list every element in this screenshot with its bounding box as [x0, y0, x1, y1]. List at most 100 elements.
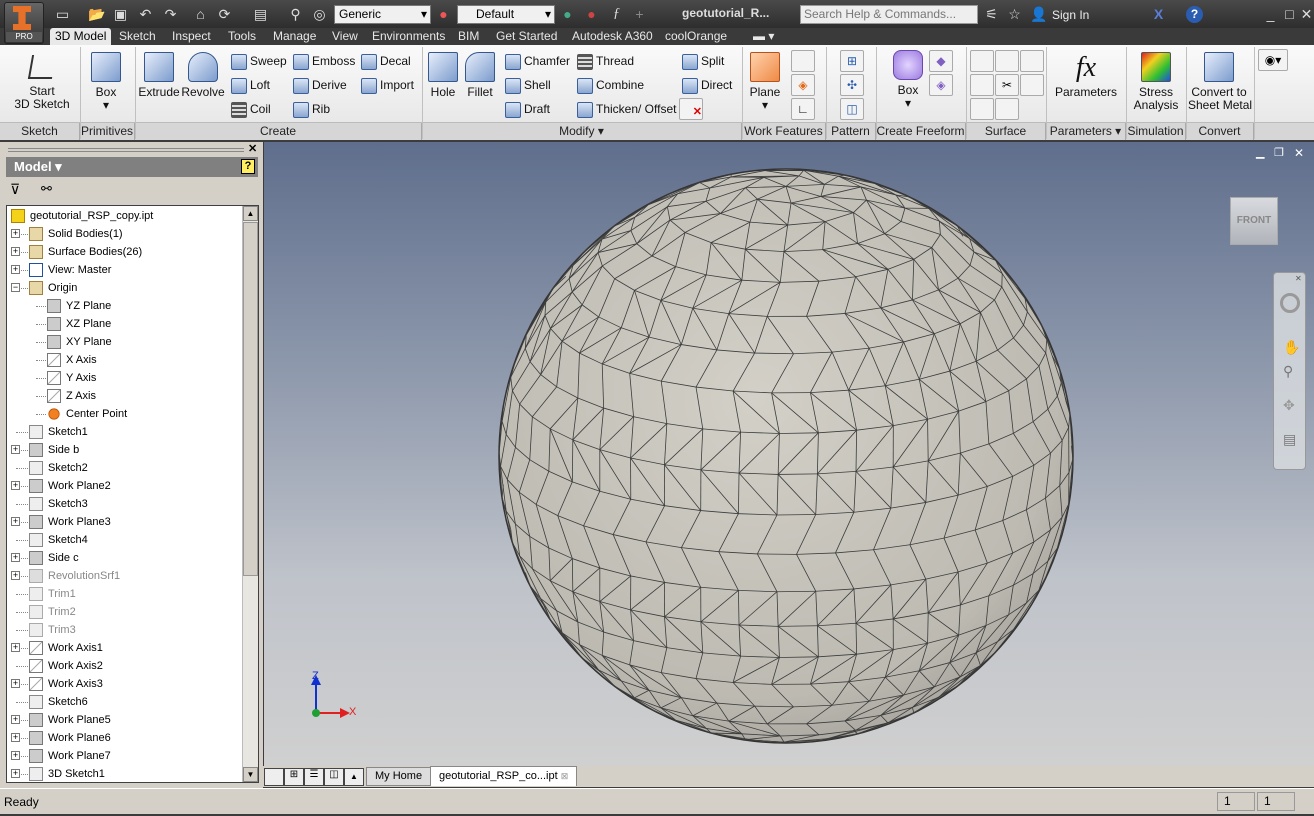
help-icon[interactable]: ?	[241, 159, 255, 174]
freeform-convert-button[interactable]: ◈	[929, 74, 953, 96]
tab-view[interactable]: View	[327, 28, 363, 45]
panel-grip[interactable]	[8, 148, 244, 152]
search-help-input[interactable]: Search Help & Commands...	[800, 5, 978, 24]
appearance-icon[interactable]: ◎	[311, 6, 328, 22]
select-icon[interactable]: ▤	[252, 6, 269, 22]
cascade-windows-icon[interactable]	[264, 768, 284, 786]
freeform-edit-button[interactable]: ◆	[929, 50, 953, 72]
help-button[interactable]: ?	[1186, 6, 1203, 23]
collapse-icon[interactable]: −	[11, 283, 20, 292]
expand-icon[interactable]: +	[11, 571, 20, 580]
rib-button[interactable]: Rib	[293, 102, 330, 118]
work-axis-button[interactable]	[791, 50, 815, 72]
open-icon[interactable]: 📂	[88, 6, 105, 22]
chamfer-button[interactable]: Chamfer	[505, 54, 570, 70]
tab-sketch[interactable]: Sketch	[114, 28, 161, 45]
expand-icon[interactable]: +	[11, 517, 20, 526]
decal-button[interactable]: Decal	[361, 54, 411, 70]
appearance-select[interactable]: Default ▾	[457, 5, 555, 24]
convert-sheet-metal-button[interactable]: Convert to Sheet Metal	[1188, 52, 1252, 112]
app-menu-button[interactable]: PRO	[4, 2, 44, 44]
expand-icon[interactable]: +	[11, 553, 20, 562]
pan-icon[interactable]: ✋	[1283, 339, 1300, 356]
navbar-close-icon[interactable]: ✕	[1295, 274, 1302, 283]
surface-patch-button[interactable]	[995, 50, 1019, 72]
import-button[interactable]: Import	[361, 78, 414, 94]
surface-stitch-button[interactable]	[1020, 50, 1044, 72]
emboss-button[interactable]: Emboss	[293, 54, 355, 70]
extrude-button[interactable]: Extrude	[138, 52, 180, 99]
expand-icon[interactable]: +	[11, 751, 20, 760]
tab-document[interactable]: geotutorial_RSP_co...ipt ⊠	[430, 766, 578, 786]
rectangular-pattern-button[interactable]: ⊞	[840, 50, 864, 72]
hole-button[interactable]: Hole	[427, 52, 459, 99]
viewcube[interactable]: FRONT	[1230, 197, 1278, 245]
scroll-thumb[interactable]	[243, 222, 258, 576]
orbit-icon[interactable]: ✥	[1283, 397, 1295, 414]
adaptive-icon[interactable]: ⚲	[287, 6, 304, 22]
panel-label-parameters[interactable]: Parameters ▾	[1046, 123, 1126, 140]
steering-wheel-icon[interactable]	[1280, 293, 1300, 313]
exchange-icon[interactable]: X	[1150, 6, 1167, 22]
tab-tools[interactable]: Tools	[223, 28, 261, 45]
minimize-icon[interactable]: _	[1262, 6, 1279, 22]
clear-appearance-icon[interactable]: ●	[583, 6, 600, 22]
coil-button[interactable]: Coil	[231, 102, 271, 118]
find-binoculars-icon[interactable]: ⚯	[41, 181, 52, 197]
surface-replace-button[interactable]	[1020, 74, 1044, 96]
mirror-button[interactable]: ◫	[840, 98, 864, 120]
shell-button[interactable]: Shell	[505, 78, 551, 94]
sweep-button[interactable]: Sweep	[231, 54, 287, 70]
tab-coolorange[interactable]: coolOrange	[660, 28, 732, 45]
filter-icon[interactable]: ⊽	[10, 181, 20, 198]
sign-in-link[interactable]: Sign In	[1052, 8, 1089, 22]
model-browser-header[interactable]: Model ▾?	[6, 157, 258, 177]
favorites-star-icon[interactable]: ☆	[1006, 6, 1023, 22]
expand-icon[interactable]: +	[11, 679, 20, 688]
expand-icon[interactable]: +	[11, 247, 20, 256]
tile-windows-icon[interactable]: ⊞	[284, 768, 304, 786]
navigation-bar[interactable]: ✕ ✋ ⚲ ✥ ▤	[1273, 272, 1306, 470]
satellite-icon[interactable]: ⚟	[983, 6, 1000, 22]
tab-manage[interactable]: Manage	[268, 28, 321, 45]
derive-button[interactable]: Derive	[293, 78, 347, 94]
tile-horizontal-icon[interactable]: ☰	[304, 768, 324, 786]
freeform-box-button[interactable]: Box ▾	[890, 50, 926, 110]
close-tab-icon[interactable]: ⊠	[561, 771, 569, 781]
tab-get-started[interactable]: Get Started	[491, 28, 562, 45]
save-icon[interactable]: ▣	[112, 6, 129, 22]
tab-my-home[interactable]: My Home	[366, 767, 432, 786]
redo-icon[interactable]: ↷	[162, 6, 179, 22]
viewport-minimize-icon[interactable]: ▁	[1256, 146, 1264, 159]
ribbon-display-toggle[interactable]: ▬ ▾	[748, 28, 779, 45]
draft-button[interactable]: Draft	[505, 102, 550, 118]
expand-icon[interactable]: +	[11, 229, 20, 238]
expand-icon[interactable]: +	[11, 769, 20, 778]
viewport-close-icon[interactable]: ✕	[1294, 146, 1304, 160]
adjust-appearance-icon[interactable]: ●	[559, 6, 576, 22]
surface-thicken-button[interactable]	[970, 50, 994, 72]
expand-icon[interactable]: +	[11, 481, 20, 490]
close-icon[interactable]: ✕	[1298, 6, 1314, 22]
ribbon-options-button[interactable]: ◉▾	[1258, 49, 1288, 71]
expand-icon[interactable]: +	[11, 643, 20, 652]
tree-scrollbar[interactable]: ▲ ▼	[242, 206, 258, 782]
fillet-button[interactable]: Fillet	[463, 52, 497, 99]
direct-button[interactable]: Direct	[682, 78, 732, 94]
plus-icon[interactable]: +	[631, 6, 648, 22]
expand-icon[interactable]: +	[11, 733, 20, 742]
tab-inspect[interactable]: Inspect	[167, 28, 216, 45]
tab-autodesk-a360[interactable]: Autodesk A360	[567, 28, 658, 45]
material-select[interactable]: Generic ▾	[334, 5, 431, 24]
ucs-button[interactable]: ∟	[791, 98, 815, 120]
new-icon[interactable]: ▭	[54, 6, 71, 22]
undo-icon[interactable]: ↶	[137, 6, 154, 22]
surface-sculpt-button[interactable]	[970, 74, 994, 96]
close-panel-icon[interactable]: ✕	[248, 142, 257, 155]
sphere-model[interactable]	[264, 142, 1314, 766]
box-primitive-button[interactable]: Box ▾	[86, 52, 126, 112]
home-icon[interactable]: ⌂	[192, 6, 209, 22]
split-button[interactable]: Split	[682, 54, 724, 70]
tab-3d-model[interactable]: 3D Model	[50, 28, 112, 45]
update-icon[interactable]: ⟳	[216, 6, 233, 22]
